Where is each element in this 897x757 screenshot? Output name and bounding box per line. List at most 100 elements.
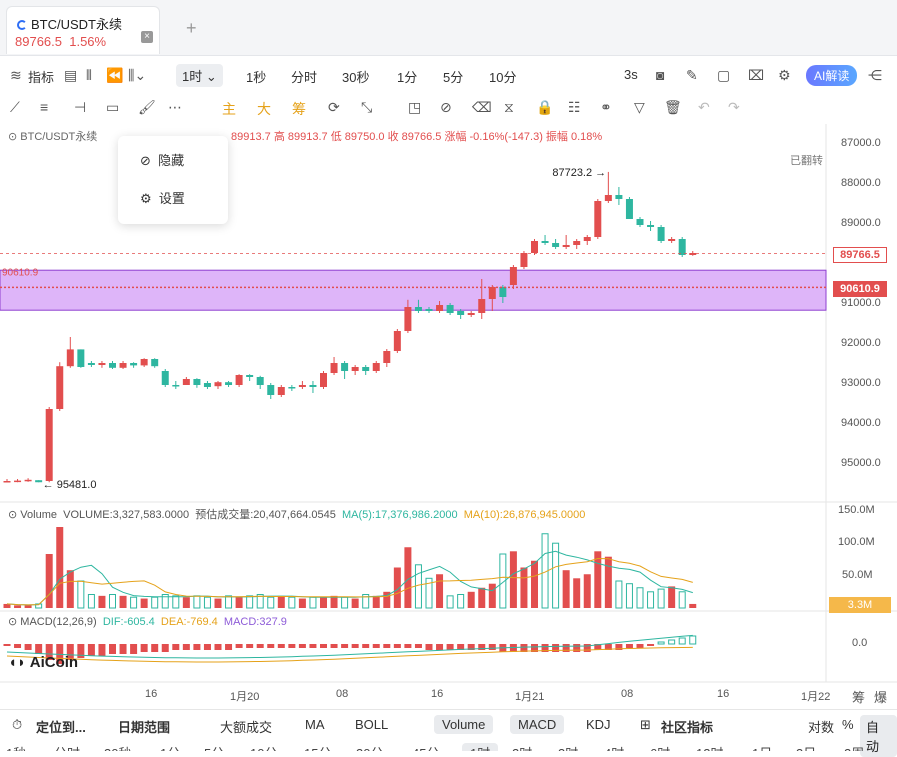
ruler-icon[interactable]: ⊘ [440,99,452,116]
period-timeshare[interactable]: 分时 [291,67,317,86]
symbol-tab[interactable]: BTC/USDT永续 89766.5 1.56% × [6,6,160,54]
period-option[interactable]: 3日 [796,743,816,751]
period-option[interactable]: 1秒 [6,743,26,751]
period-30s[interactable]: 30秒 [342,67,369,86]
macd-bar [298,644,306,648]
macd-bar [235,644,243,648]
close-tab-icon[interactable]: × [141,31,153,43]
gear-icon[interactable]: ⚙ [778,67,791,84]
period-option[interactable]: 1日 [752,743,772,751]
menu-hide[interactable]: ⊘ 隐藏 [140,150,184,169]
period-option[interactable]: 12时 [696,743,723,751]
macd-bar [77,644,85,658]
period-option[interactable]: 5分 [204,743,224,751]
ma-toggle[interactable]: MA [305,717,325,732]
candle-body [151,359,159,367]
log-scale-toggle[interactable]: 对数 [808,717,834,736]
macd-toggle[interactable]: MACD [510,715,565,734]
kdj-toggle[interactable]: KDJ [586,717,611,732]
period-option[interactable]: 2时 [512,743,532,751]
layout-icon[interactable]: ⌧ [748,67,764,84]
link-icon[interactable]: ⚭ [600,99,612,116]
add-tab-button[interactable]: + [186,18,197,39]
percent-toggle[interactable]: % [842,717,854,732]
hline-tool-icon[interactable]: ⊣ [74,99,86,116]
period-3s[interactable]: 3s [624,67,638,82]
burst-corner-button[interactable]: 爆 [874,687,887,706]
replay-icon[interactable]: ⏪ [106,67,123,84]
boll-toggle[interactable]: BOLL [355,717,388,732]
undo-icon[interactable]: ↶ [698,99,710,116]
indicator-icon[interactable]: ≋ [10,67,22,84]
highlight-zone[interactable] [0,269,827,311]
period-10m[interactable]: 10分 [489,67,516,86]
redo-icon[interactable]: ↷ [728,99,740,116]
volume-bar [235,597,243,608]
eraser-icon[interactable]: ⌫ [472,99,492,116]
comment-icon[interactable]: ◳ [408,99,421,116]
rect-tool-icon[interactable]: ▭ [106,99,119,116]
volume-toggle[interactable]: Volume [434,715,494,734]
chart-type-icon[interactable]: ⫼⌄ [128,67,146,84]
trash-icon[interactable]: 🗑 [664,99,682,116]
chip-button[interactable]: 筹 [292,99,306,119]
sync-icon[interactable]: ⟳ [328,99,340,116]
period-option[interactable]: 10分 [250,743,277,751]
measure-icon[interactable]: ⤡ [361,99,372,116]
camera-icon[interactable]: ◙ [656,67,664,83]
period-row: 1秒 分时 30秒 1分 5分 10分 15分 30分 45分 1时 2时 3时… [0,740,897,751]
brush-tool-icon[interactable]: 🖌 [138,99,156,116]
ai-interpret-button[interactable]: AI解读 [806,65,858,86]
volume-bar [678,591,686,609]
date-range-button[interactable]: 日期范围 [118,717,170,736]
locate-button[interactable]: 定位到... [36,717,86,736]
macd-collapse-icon[interactable]: ⊙ [8,616,17,628]
volume-bar [657,588,665,609]
magnet-icon[interactable]: ⧖ [504,99,514,116]
period-option[interactable]: 6时 [650,743,670,751]
big-deal-toggle[interactable]: 大额成交 [220,717,272,736]
share-icon[interactable]: ⋲ [868,67,882,84]
period-option[interactable]: 分时 [54,743,80,751]
macd-bar [3,644,11,646]
candle-body [404,307,412,331]
menu-settings[interactable]: ⚙ 设置 [140,188,185,207]
period-option[interactable]: 30秒 [104,743,131,751]
channel-tool-icon[interactable]: ≡ [40,99,48,115]
period-option[interactable]: 15分 [304,743,331,751]
community-icon[interactable]: ⊞ [640,717,651,733]
lock-icon[interactable]: 🔒 [536,99,553,116]
collapse-icon[interactable]: ⊙ [8,131,17,143]
volume-bar [668,586,676,608]
period-1s[interactable]: 1秒 [246,67,266,86]
period-1m[interactable]: 1分 [397,67,417,86]
period-option[interactable]: 3时 [558,743,578,751]
period-option[interactable]: 45分 [412,743,439,751]
period-option[interactable]: 2周 [844,743,864,751]
volume-collapse-icon[interactable]: ⊙ [8,509,17,521]
period-select[interactable]: 1时 ⌄ [176,64,223,87]
compare-icon[interactable]: ⫴ [86,67,92,84]
macd-bar [119,644,127,654]
edit-icon[interactable]: ✎ [686,67,698,84]
volume-bar [520,567,528,608]
community-indicator-button[interactable]: 社区指标 [661,717,713,736]
indicator-button[interactable]: 指标 [28,67,54,86]
candlesticks [3,171,697,483]
period-option-selected[interactable]: 1时 [462,743,499,751]
settings-list-icon[interactable]: ☷ [568,99,581,116]
chip-corner-button[interactable]: 筹 [852,687,865,706]
template-icon[interactable]: ▤ [64,67,77,84]
line-tool-icon[interactable]: ⟋ [10,99,20,116]
big-order-button[interactable]: 大 [257,99,271,119]
period-option[interactable]: 1分 [160,743,180,751]
filter-icon[interactable]: ▽ [634,99,645,116]
period-option[interactable]: 30分 [356,743,383,751]
more-tools-icon[interactable]: ⋯ [168,99,182,116]
period-option[interactable]: 4时 [604,743,624,751]
period-5m[interactable]: 5分 [443,67,463,86]
main-force-button[interactable]: 主 [222,99,236,119]
locate-icon[interactable]: ⏱ [12,717,22,733]
note-icon[interactable]: ▢ [717,67,730,84]
volume-bar [193,595,201,609]
